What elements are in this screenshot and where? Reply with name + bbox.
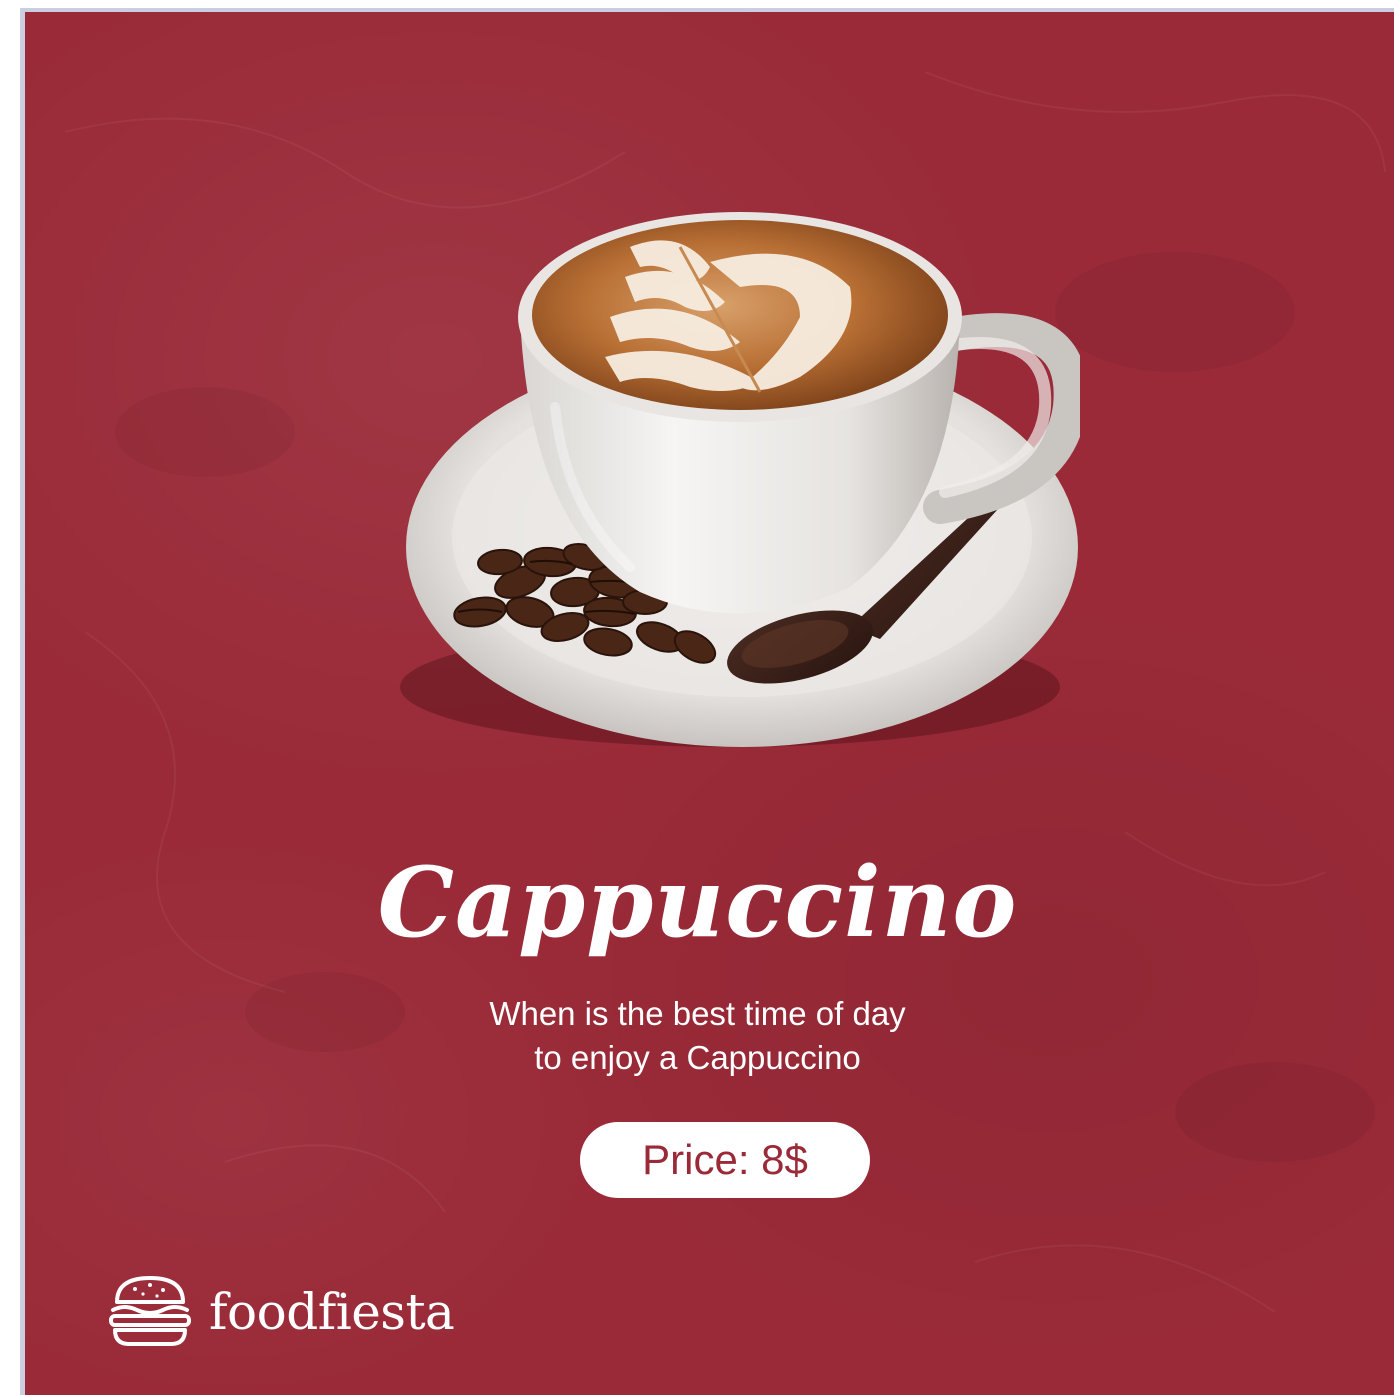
burger-icon (109, 1276, 191, 1346)
tagline-line-2: to enjoy a Cappuccino (534, 1039, 861, 1076)
promo-card: Cappuccino When is the best time of day … (20, 8, 1394, 1395)
brand-logo: foodfiesta (105, 1272, 455, 1352)
product-title: Cappuccino (377, 846, 1018, 959)
brand-name: foodfiesta (209, 1283, 455, 1341)
product-tagline: When is the best time of day to enjoy a … (25, 992, 1382, 1080)
price-button[interactable]: Price: 8$ (580, 1122, 870, 1198)
page: Cappuccino When is the best time of day … (0, 0, 1394, 1395)
coffee-cup-icon (400, 212, 1080, 747)
tagline-line-1: When is the best time of day (489, 995, 906, 1032)
